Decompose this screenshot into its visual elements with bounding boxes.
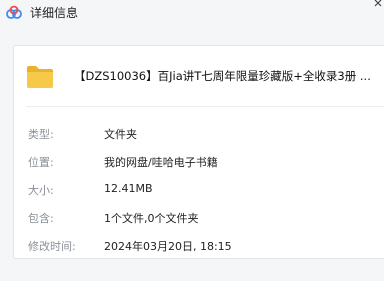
folder-icon: [27, 66, 53, 88]
divider: [26, 106, 384, 107]
cloud-logo-icon: [6, 5, 22, 19]
detail-value: 12.41MB: [104, 182, 153, 195]
title-bar: 详细信息: [0, 0, 384, 26]
close-icon[interactable]: [374, 0, 382, 10]
window-title: 详细信息: [30, 6, 79, 20]
detail-label: 大小:: [28, 184, 54, 197]
details-panel: 【DZS10036】百Jia讲T七周年限量珍藏版+全收录3册 ... 类型: 文…: [13, 45, 384, 259]
detail-value: 文件夹: [104, 128, 137, 141]
detail-value: 我的网盘/哇哈电子书籍: [104, 156, 218, 169]
detail-label: 位置:: [28, 156, 54, 169]
detail-label: 包含:: [28, 212, 54, 225]
detail-value: 2024年03月20日, 18:15: [104, 240, 232, 253]
detail-value: 1个文件,0个文件夹: [104, 212, 199, 225]
detail-label: 修改时间:: [28, 240, 76, 253]
file-name: 【DZS10036】百Jia讲T七周年限量珍藏版+全收录3册 ...: [74, 69, 371, 83]
detail-label: 类型:: [28, 128, 54, 141]
